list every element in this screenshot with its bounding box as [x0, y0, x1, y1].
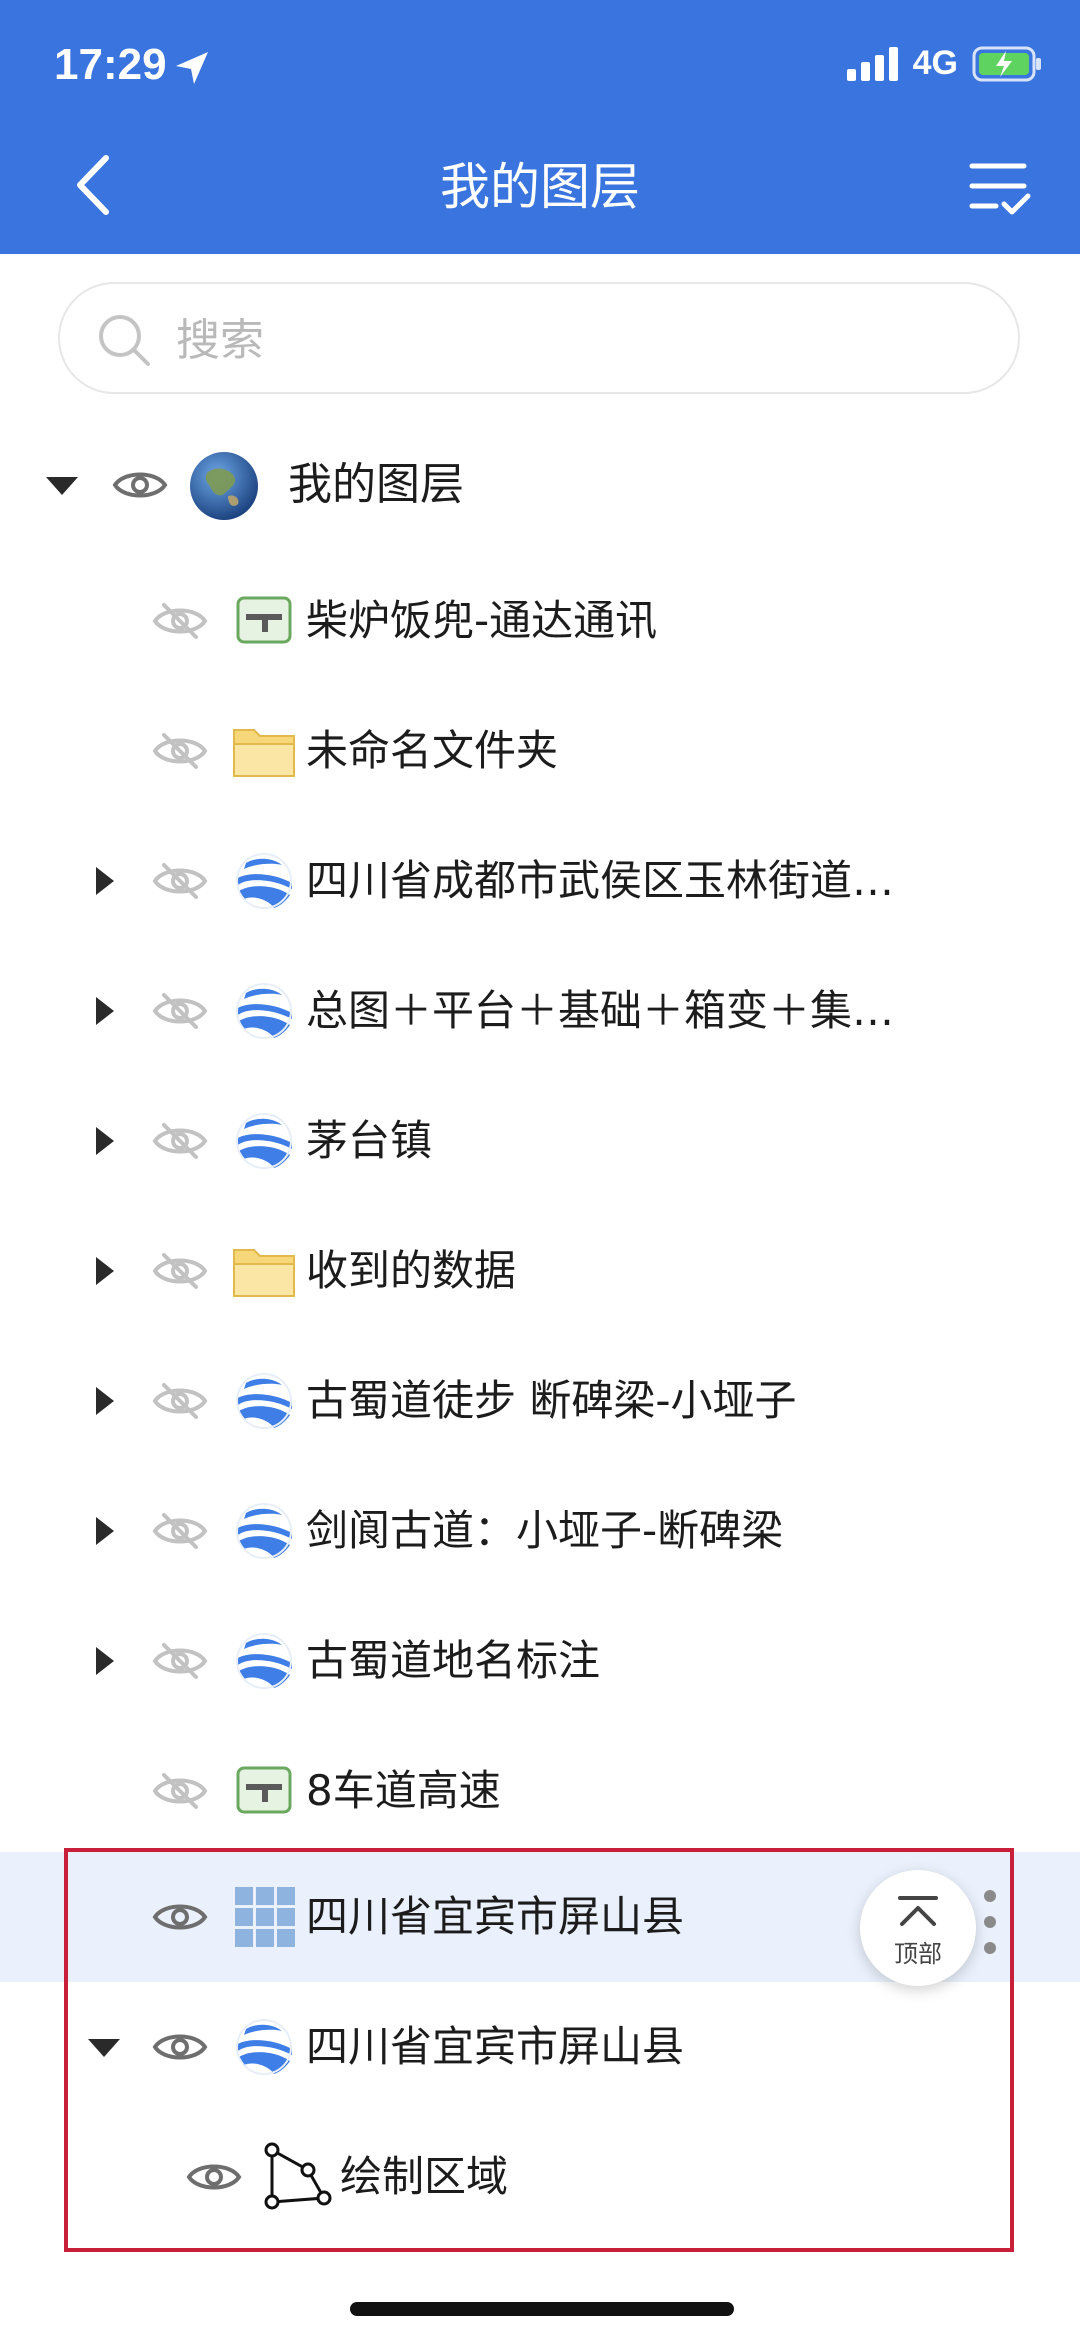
layer-label: 柴炉饭兜-通达通讯 — [306, 596, 658, 645]
layer-row[interactable]: 收到的数据 — [0, 1206, 1080, 1336]
expand-caret-icon[interactable] — [84, 1121, 124, 1161]
kml-icon — [234, 1631, 294, 1691]
visibility-hidden-icon[interactable] — [152, 1121, 208, 1161]
layer-label: 总图＋平台＋基础＋箱变＋集… — [306, 986, 895, 1035]
more-options-icon[interactable] — [976, 1884, 1004, 1964]
folder-icon — [232, 1242, 296, 1298]
layer-row[interactable]: 四川省成都市武侯区玉林街道… — [0, 816, 1080, 946]
layer-row[interactable]: 古蜀道地名标注 — [0, 1596, 1080, 1726]
tree-root-label: 我的图层 — [288, 459, 464, 510]
visibility-eye-icon[interactable] — [112, 465, 168, 505]
list-check-menu-icon[interactable] — [968, 156, 1034, 220]
road-layer-icon — [236, 1766, 292, 1814]
arrow-up-icon — [898, 1896, 938, 1926]
kml-icon — [234, 1371, 294, 1431]
home-indicator — [350, 2302, 734, 2316]
expand-caret-icon[interactable] — [84, 1511, 124, 1551]
battery-charging-icon — [972, 46, 1041, 81]
app-header: 17:29 4G 我的图层 — [0, 0, 1080, 254]
visibility-hidden-icon[interactable] — [152, 861, 208, 901]
layer-label: 剑阆古道：小垭子-断碑梁 — [306, 1506, 784, 1555]
layer-label: 四川省成都市武侯区玉林街道… — [306, 856, 895, 905]
folder-icon — [232, 722, 296, 778]
scroll-to-top-button[interactable]: 顶部 — [860, 1870, 976, 1986]
search-input[interactable] — [174, 304, 978, 376]
kml-icon — [234, 981, 294, 1041]
road-layer-icon — [236, 596, 292, 644]
expand-caret-icon[interactable] — [84, 1381, 124, 1421]
kml-icon — [234, 1111, 294, 1171]
layer-label: 收到的数据 — [306, 1246, 517, 1295]
kml-icon — [234, 1501, 294, 1561]
page-title: 我的图层 — [440, 158, 640, 216]
search-icon — [99, 315, 150, 366]
network-label: 4G — [912, 44, 958, 82]
visibility-hidden-icon[interactable] — [152, 1641, 208, 1681]
status-indicators: 4G — [846, 44, 1044, 83]
search-bar[interactable] — [58, 282, 1020, 394]
layer-row[interactable]: 未命名文件夹 — [0, 686, 1080, 816]
expand-caret-icon[interactable] — [84, 1641, 124, 1681]
layer-row[interactable]: 茅台镇 — [0, 1076, 1080, 1206]
location-arrow-icon — [176, 52, 208, 84]
expand-caret-icon[interactable] — [84, 861, 124, 901]
visibility-hidden-icon[interactable] — [152, 1251, 208, 1291]
layer-row[interactable]: 古蜀道徒步 断碑梁-小垭子 — [0, 1336, 1080, 1466]
visibility-hidden-icon[interactable] — [152, 601, 208, 641]
layer-row[interactable]: 8车道高速 — [0, 1726, 1080, 1856]
visibility-hidden-icon[interactable] — [152, 1771, 208, 1811]
tree-root-row[interactable]: 我的图层 — [0, 420, 1080, 550]
visibility-hidden-icon[interactable] — [152, 991, 208, 1031]
layer-row[interactable]: 总图＋平台＋基础＋箱变＋集… — [0, 946, 1080, 1076]
status-time: 17:29 — [54, 40, 167, 89]
layer-row[interactable]: 柴炉饭兜-通达通讯 — [0, 556, 1080, 686]
kml-icon — [234, 851, 294, 911]
expand-caret-icon[interactable] — [84, 1251, 124, 1291]
layer-label: 古蜀道地名标注 — [306, 1636, 601, 1685]
layer-label: 茅台镇 — [306, 1116, 433, 1165]
visibility-hidden-icon[interactable] — [152, 1511, 208, 1551]
layer-row[interactable]: 剑阆古道：小垭子-断碑梁 — [0, 1466, 1080, 1596]
visibility-hidden-icon[interactable] — [152, 731, 208, 771]
layer-label: 古蜀道徒步 断碑梁-小垭子 — [306, 1376, 797, 1425]
scroll-to-top-label: 顶部 — [894, 1940, 942, 1968]
layer-label: 未命名文件夹 — [306, 726, 559, 775]
signal-icon — [846, 46, 898, 81]
layer-label: 8车道高速 — [306, 1766, 501, 1815]
globe-icon — [190, 452, 258, 520]
visibility-hidden-icon[interactable] — [152, 1381, 208, 1421]
collapse-caret-icon[interactable] — [42, 465, 82, 505]
expand-caret-icon[interactable] — [84, 991, 124, 1031]
